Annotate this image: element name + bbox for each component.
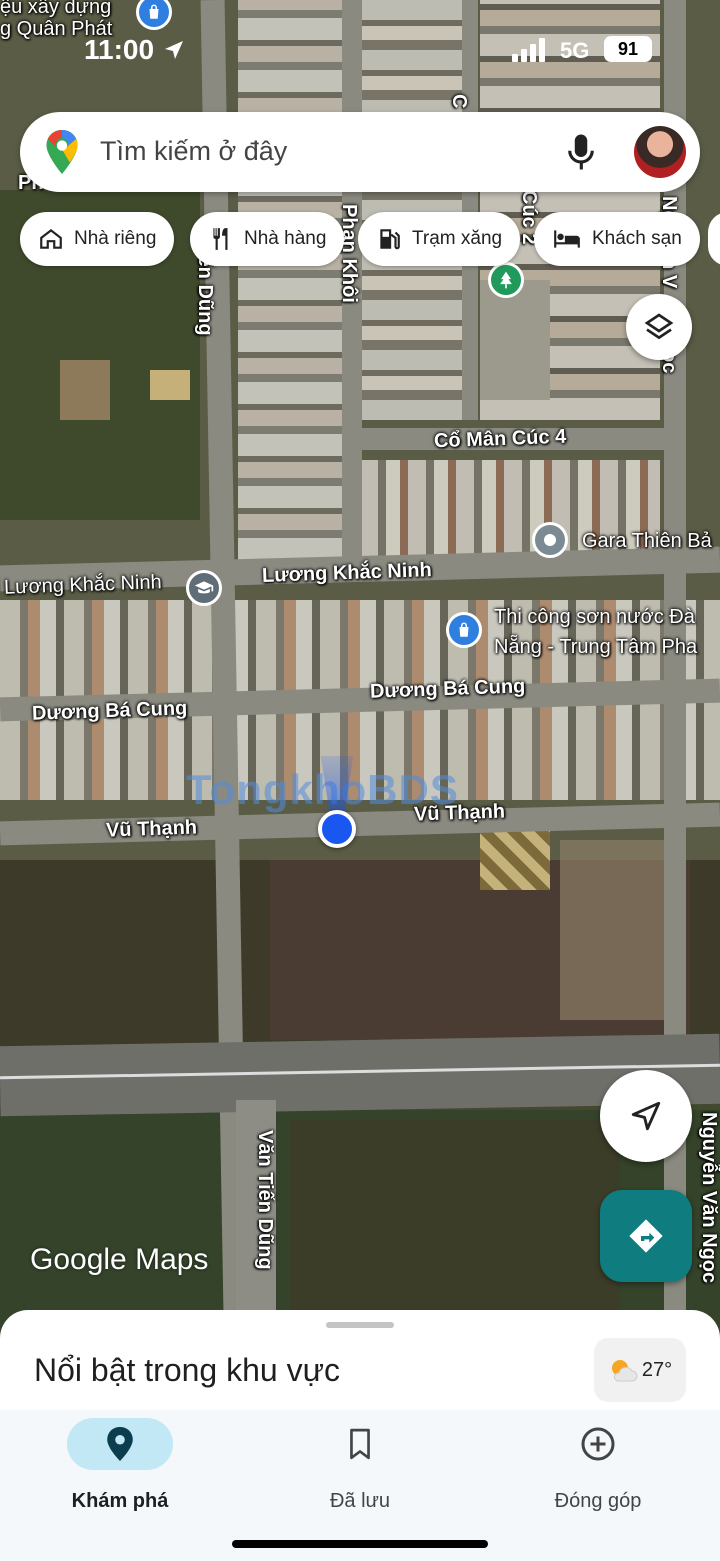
layers-button[interactable] — [626, 294, 692, 360]
microphone-icon[interactable] — [566, 132, 596, 172]
explore-pin-icon — [107, 1427, 133, 1461]
bottom-navigation: Khám phá Đã lưu Đóng góp — [0, 1410, 720, 1561]
school-pin-icon[interactable] — [186, 570, 222, 606]
clock: 11:00 — [84, 34, 155, 65]
temperature: 27° — [641, 1358, 673, 1381]
chip-label: Khách sạn — [592, 228, 682, 249]
poi-label-gara-thien-ba: Gara Thiên Bả — [582, 530, 712, 552]
street-label-co-man-cuc-4: Cổ Mân Cúc 4 — [433, 425, 567, 453]
search-input[interactable]: Tìm kiếm ở đây — [100, 136, 287, 167]
google-maps-pin-icon — [46, 130, 78, 174]
nav-label: Đóng góp — [554, 1490, 642, 1512]
bottom-sheet[interactable]: Nổi bật trong khu vực 27° — [0, 1310, 720, 1420]
nav-saved[interactable]: Đã lưu — [280, 1418, 440, 1513]
current-location-dot — [318, 810, 356, 848]
signal-icon — [512, 38, 545, 62]
park-pin-icon[interactable] — [488, 262, 524, 298]
nav-label: Khám phá — [71, 1490, 169, 1512]
google-maps-logo: Google Maps — [30, 1243, 209, 1276]
home-icon — [40, 228, 62, 249]
street-label-van-tien-dung-bottom: Văn Tiến Dũng — [254, 1130, 276, 1270]
nav-label: Đã lưu — [329, 1490, 391, 1512]
poi-label-thi-cong-line2: Nẵng - Trung Tâm Pha — [494, 636, 698, 658]
street-label-phan-khoi: Phan Khôi — [338, 204, 360, 303]
partly-cloudy-icon — [611, 1360, 638, 1382]
poi-label-thi-cong-line1: Thi công sơn nước Đà — [494, 606, 695, 628]
avatar[interactable] — [634, 126, 686, 178]
directions-button[interactable] — [600, 1190, 692, 1282]
network-type: 5G — [560, 38, 590, 63]
street-label-vu-thanh-left: Vũ Thạnh — [105, 816, 198, 842]
battery-indicator: 91 — [604, 36, 652, 62]
chip-label: Nhà hàng — [244, 228, 327, 249]
chip-label: Nhà riêng — [74, 228, 157, 249]
navigation-arrow-icon — [631, 1101, 661, 1131]
chip-home[interactable]: Nhà riêng — [20, 212, 175, 266]
watermark: TongkhoBDS — [186, 766, 459, 813]
chip-hotel[interactable]: Khách sạn — [534, 212, 700, 266]
gas-station-icon — [380, 229, 400, 250]
garage-pin-icon[interactable] — [532, 522, 568, 558]
add-circle-icon — [581, 1427, 615, 1461]
chip-label: Trạm xăng — [412, 228, 503, 249]
shopping-pin-icon[interactable] — [446, 612, 482, 648]
chip-gas-station[interactable]: Trạm xăng — [358, 212, 521, 266]
poi-label-quan-phat-line1: ệu xây dựng — [0, 0, 112, 18]
nav-contribute[interactable]: Đóng góp — [518, 1418, 678, 1513]
street-label-nguyen-van-ngoc: Nguyễn Văn Ngọc — [698, 1112, 720, 1284]
directions-icon — [629, 1219, 663, 1253]
nav-explore[interactable]: Khám phá — [40, 1418, 200, 1513]
weather-badge[interactable]: 27° — [594, 1338, 686, 1402]
bookmark-icon — [350, 1428, 370, 1460]
sheet-title: Nổi bật trong khu vực — [34, 1352, 341, 1388]
street-label-co-top: C — [448, 94, 470, 109]
sheet-drag-handle[interactable] — [326, 1322, 394, 1328]
home-indicator — [232, 1540, 488, 1548]
my-location-button[interactable] — [600, 1070, 692, 1162]
hotel-icon — [554, 230, 580, 248]
status-bar: 11:00 5G 91 — [0, 28, 720, 68]
layers-icon — [644, 313, 674, 340]
search-bar[interactable]: Tìm kiếm ở đây — [20, 112, 700, 192]
chip-restaurant[interactable]: Nhà hàng — [190, 212, 345, 266]
location-arrow-icon — [165, 41, 183, 59]
restaurant-icon — [213, 228, 228, 250]
